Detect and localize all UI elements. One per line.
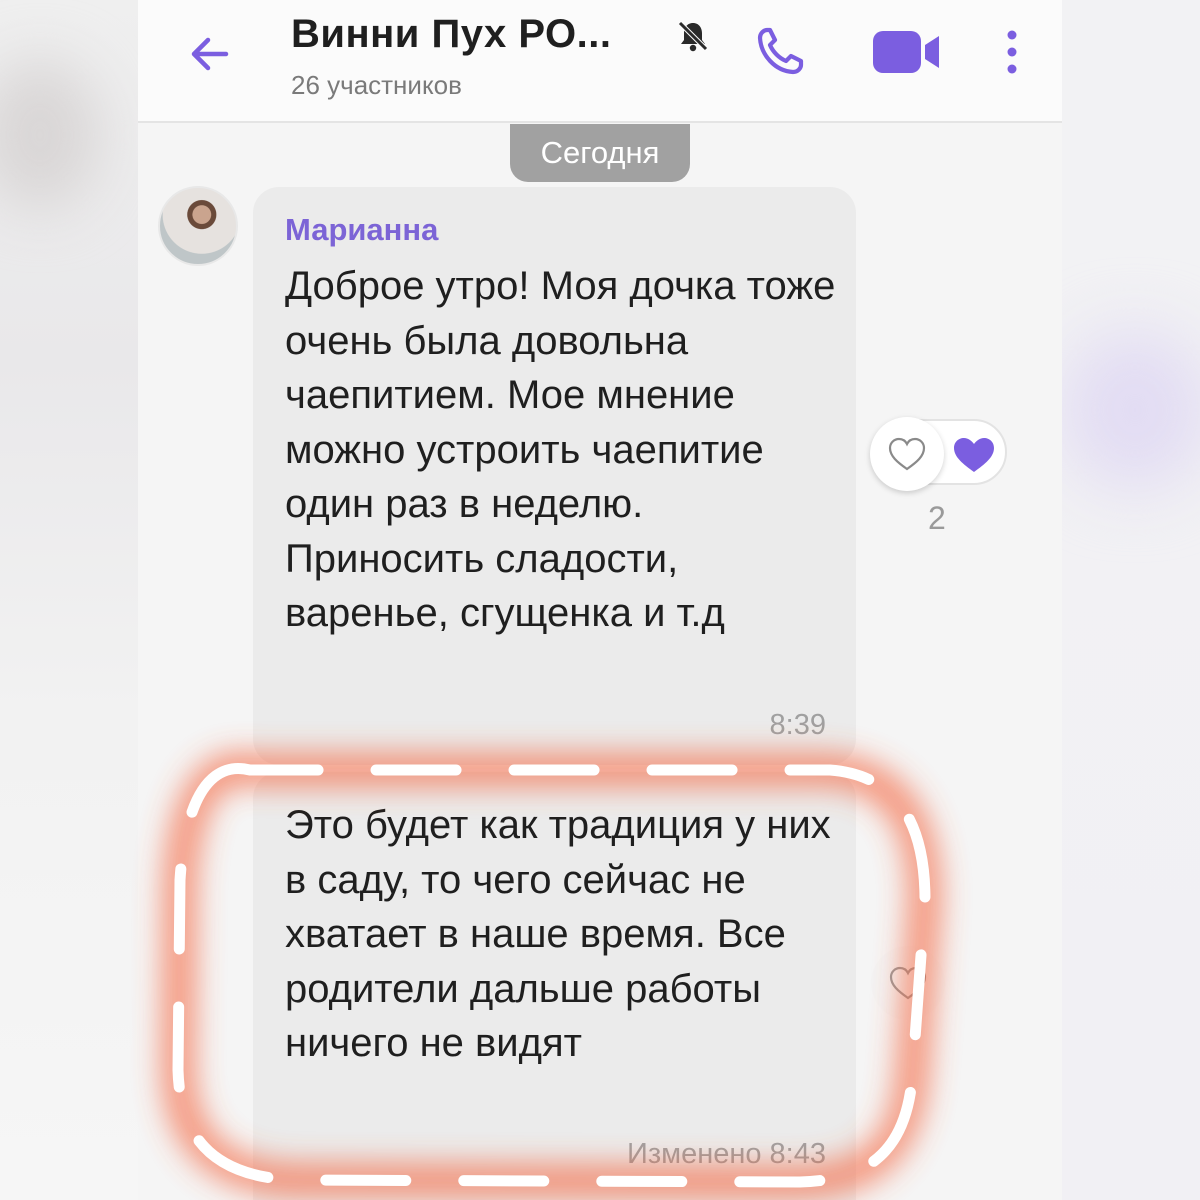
arrow-left-icon[interactable] bbox=[186, 30, 234, 78]
message-text: Доброе утро! Моя дочка тоже очень была д… bbox=[285, 264, 836, 635]
chat-screen: Винни Пух РО... 26 участников Сегодня Ма… bbox=[138, 0, 1062, 1200]
phone-icon[interactable] bbox=[755, 25, 805, 77]
reaction-count: 2 bbox=[928, 500, 946, 536]
heart-outline-icon bbox=[889, 966, 927, 1000]
more-vertical-icon[interactable] bbox=[1003, 28, 1021, 76]
message-text: Это будет как традиция у них в саду, то … bbox=[285, 803, 831, 1065]
avatar[interactable] bbox=[158, 186, 238, 266]
chat-title[interactable]: Винни Пух РО... bbox=[291, 12, 611, 57]
video-camera-icon[interactable] bbox=[871, 28, 943, 76]
heart-icon bbox=[954, 438, 994, 472]
chat-header: Винни Пух РО... 26 участников bbox=[138, 0, 1062, 123]
sender-name[interactable]: Марианна bbox=[285, 212, 438, 248]
like-button[interactable] bbox=[870, 417, 944, 491]
muted-bell-icon bbox=[678, 21, 708, 52]
participants-count: 26 участников bbox=[291, 70, 462, 100]
background-left bbox=[0, 0, 138, 1200]
background-right bbox=[1060, 0, 1200, 1200]
heart-outline-icon bbox=[888, 437, 926, 471]
like-button[interactable] bbox=[871, 946, 945, 1020]
message-time: 8:39 bbox=[769, 709, 826, 741]
message-time: Изменено 8:43 bbox=[627, 1138, 826, 1170]
message-bubble[interactable]: Это будет как традиция у них в саду, то … bbox=[253, 772, 856, 1200]
message-bubble[interactable]: Марианна Доброе утро! Моя дочка тоже оче… bbox=[253, 187, 856, 765]
date-separator: Сегодня bbox=[510, 124, 690, 182]
